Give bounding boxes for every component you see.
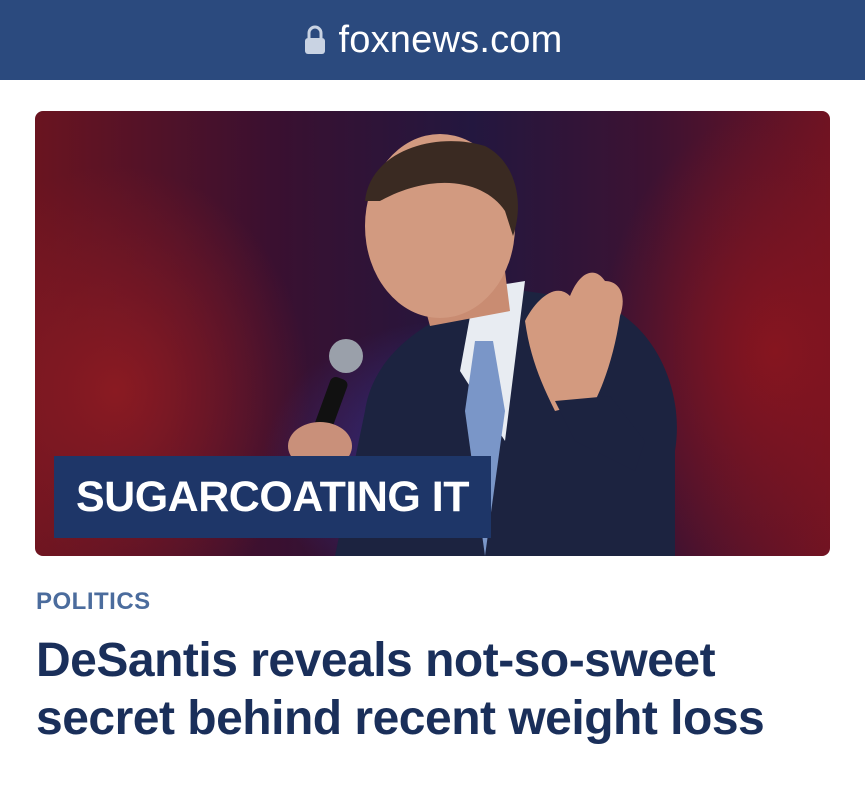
category-label[interactable]: POLITICS xyxy=(36,588,151,616)
kicker-label: SUGARCOATING IT xyxy=(76,472,470,521)
browser-url-bar[interactable]: foxnews.com xyxy=(0,0,865,80)
lock-icon xyxy=(304,25,325,54)
microphone-head xyxy=(329,339,363,373)
url-text: foxnews.com xyxy=(338,18,563,61)
article-headline[interactable]: DeSantis reveals not-so-sweet secret beh… xyxy=(36,632,836,748)
url-display[interactable]: foxnews.com xyxy=(303,19,563,62)
kicker-banner[interactable]: SUGARCOATING IT xyxy=(54,456,492,538)
